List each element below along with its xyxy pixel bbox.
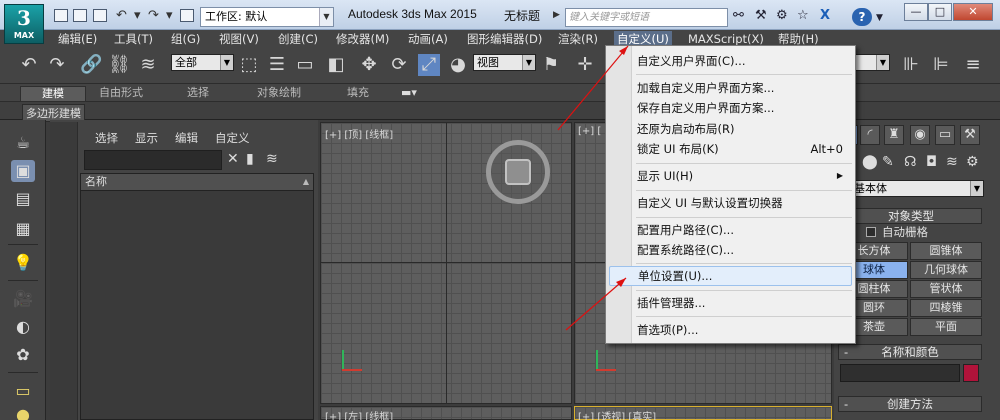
annotation-arrows [557, 45, 629, 331]
arrowhead-icon [619, 46, 628, 55]
annotation-arrow-customize [557, 45, 629, 131]
annotation-arrow-units [565, 277, 627, 331]
